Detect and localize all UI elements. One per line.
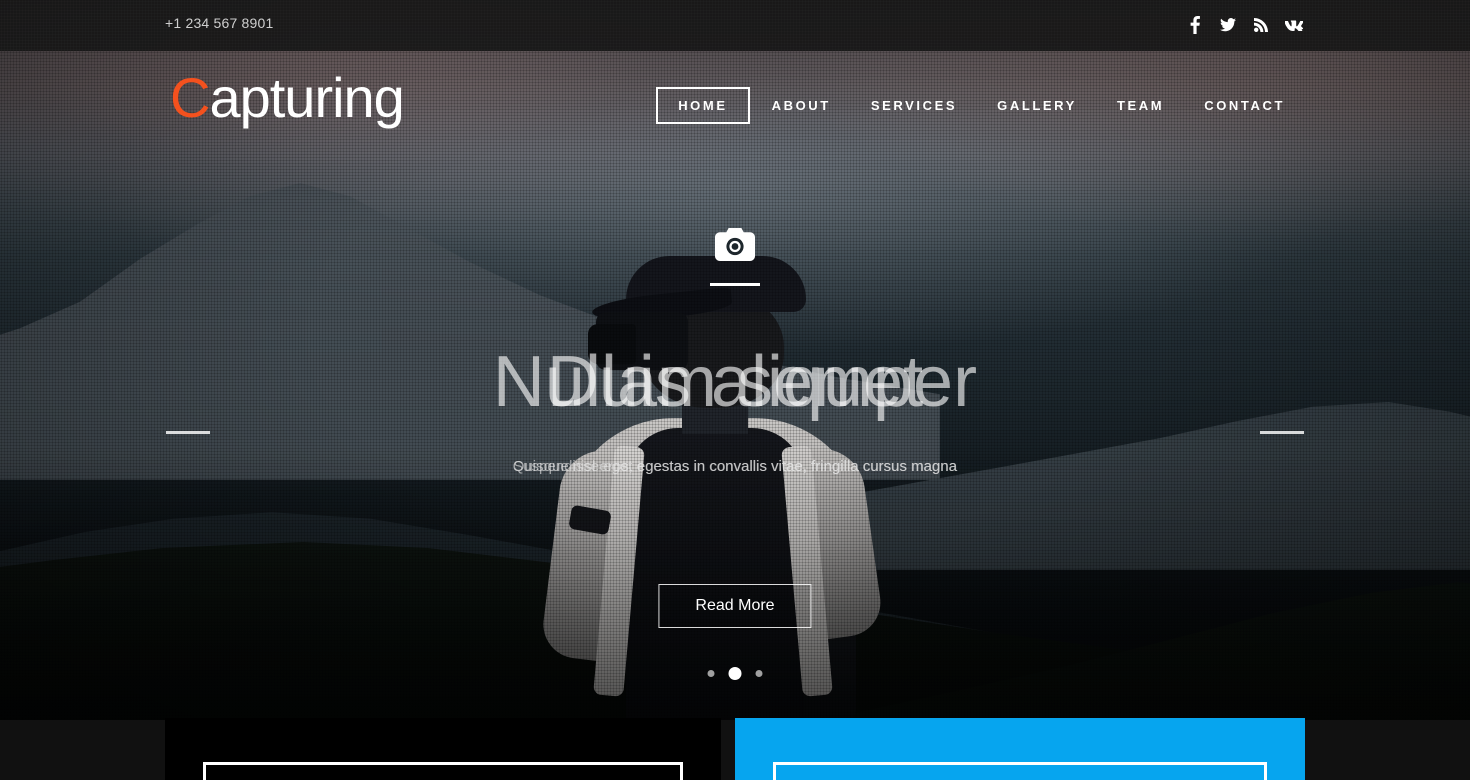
carousel-dots [707,667,763,680]
logo-initial: C [170,66,210,129]
site-logo[interactable]: Capturing [170,70,405,126]
phone-number: +1 234 567 8901 [165,15,274,31]
feature-box-blue[interactable] [735,718,1305,780]
nav-item-services[interactable]: SERVICES [851,87,977,124]
carousel-dot-3[interactable] [755,670,763,677]
site-header: Capturing HOME ABOUT SERVICES GALLERY TE… [0,51,1470,156]
nav-item-home[interactable]: HOME [656,87,750,124]
nav-item-about[interactable]: ABOUT [752,87,851,124]
feature-box-blue-frame [773,762,1267,780]
feature-box-dark[interactable] [165,718,721,780]
twitter-icon [1220,18,1236,32]
nav-item-gallery[interactable]: GALLERY [977,87,1097,124]
carousel-dot-2[interactable] [728,667,742,680]
carousel-dot-1[interactable] [707,670,715,677]
nav-item-contact[interactable]: CONTACT [1184,87,1305,124]
feature-boxes-row [0,718,1470,780]
hero-title-outgoing: Duis aliquet [546,342,924,422]
rss-icon [1254,18,1268,32]
nav-item-team[interactable]: TEAM [1097,87,1184,124]
vk-link[interactable] [1283,13,1305,37]
top-bar: +1 234 567 8901 [0,0,1470,51]
twitter-link[interactable] [1217,13,1239,37]
facebook-link[interactable] [1184,13,1206,37]
hero-subtitle-outgoing: Suspendisse eget egestas in convallis vi… [513,458,957,475]
read-more-button[interactable]: Read More [658,584,812,628]
rss-link[interactable] [1250,13,1272,37]
carousel-next-arrow[interactable] [1260,431,1304,434]
main-navigation: HOME ABOUT SERVICES GALLERY TEAM CONTACT [656,87,1305,124]
social-links [1184,13,1305,37]
carousel-prev-arrow[interactable] [166,431,210,434]
logo-rest: apturing [209,66,404,129]
vk-icon [1285,20,1303,31]
feature-box-dark-frame [203,762,683,780]
facebook-icon [1190,16,1200,34]
page-root: Nullam semper Quisque nisl eros, egestas… [0,0,1470,780]
